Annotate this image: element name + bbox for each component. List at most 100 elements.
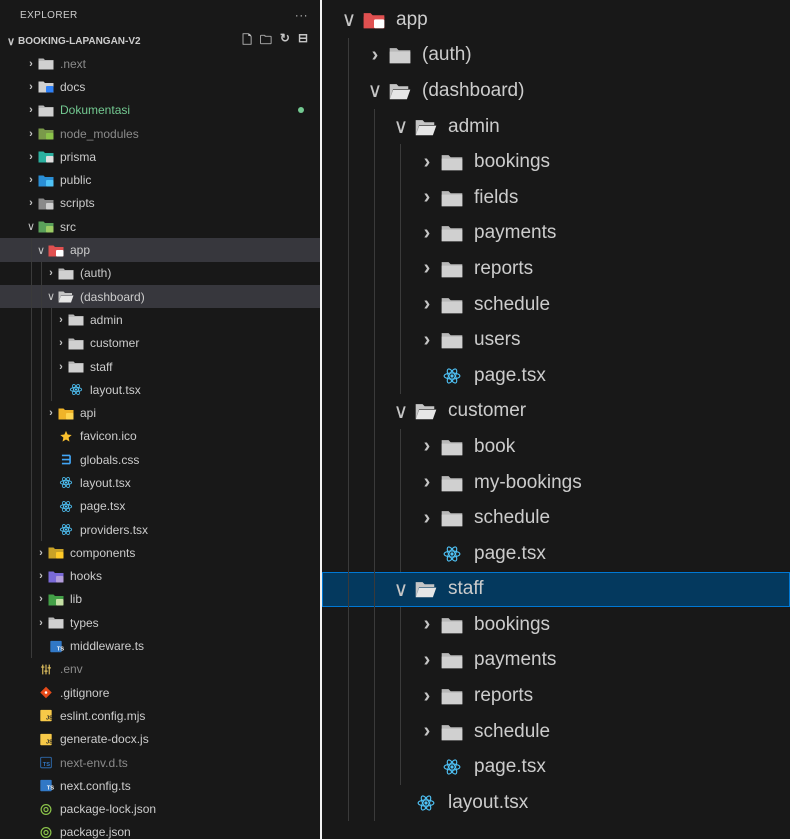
folder-item-app[interactable]: ∨ app xyxy=(0,238,320,262)
file-item-providers-tsx[interactable]: providers.tsx xyxy=(0,517,320,542)
chevron-right-icon[interactable]: › xyxy=(24,128,38,140)
chevron-right-icon[interactable]: › xyxy=(414,720,440,743)
folder-item-bookings[interactable]: › bookings xyxy=(322,144,790,180)
chevron-right-icon[interactable]: › xyxy=(34,547,48,559)
folder-item-customer[interactable]: › customer xyxy=(0,331,320,355)
folder-item-fields[interactable]: › fields xyxy=(322,179,790,216)
chevron-right-icon[interactable]: › xyxy=(414,222,440,245)
folder-item-auth[interactable]: › (auth) xyxy=(0,261,320,285)
folder-item-app[interactable]: ∨ app xyxy=(322,2,790,38)
chevron-right-icon[interactable]: › xyxy=(24,81,38,93)
file-item-next-config-ts[interactable]: TS next.config.ts xyxy=(0,774,320,797)
file-item-page-tsx[interactable]: page.tsx xyxy=(322,535,790,572)
folder-item-schedule[interactable]: › schedule xyxy=(322,500,790,536)
chevron-right-icon[interactable]: › xyxy=(54,361,68,373)
folder-item-admin[interactable]: ∨ admin xyxy=(322,108,790,145)
chevron-right-icon[interactable]: › xyxy=(414,257,440,280)
chevron-right-icon[interactable]: › xyxy=(414,151,440,174)
folder-item-book[interactable]: › book xyxy=(322,429,790,465)
file-item-layout-tsx[interactable]: layout.tsx xyxy=(0,378,320,402)
new-folder-icon[interactable]: 🗀 xyxy=(260,31,272,52)
folder-item-dashboard[interactable]: ∨ (dashboard) xyxy=(0,284,320,309)
folder-item-staff[interactable]: › staff xyxy=(0,354,320,379)
refresh-icon[interactable]: ↻ xyxy=(280,31,290,52)
file-item-page-tsx[interactable]: page.tsx xyxy=(322,357,790,394)
chevron-right-icon[interactable]: › xyxy=(24,151,38,163)
file-item-page-tsx[interactable]: page.tsx xyxy=(0,494,320,518)
folder-item-scripts[interactable]: › scripts xyxy=(0,192,320,215)
chevron-right-icon[interactable]: › xyxy=(414,507,440,530)
folder-item-src[interactable]: ∨ src xyxy=(0,215,320,238)
chevron-down-icon[interactable]: ∨ xyxy=(336,7,362,32)
chevron-right-icon[interactable]: › xyxy=(34,617,48,629)
folder-item-customer[interactable]: ∨ customer xyxy=(322,393,790,430)
chevron-right-icon[interactable]: › xyxy=(44,267,58,279)
chevron-down-icon[interactable]: ∨ xyxy=(362,78,388,103)
folder-item-staff[interactable]: ∨ staff xyxy=(322,571,790,608)
chevron-right-icon[interactable]: › xyxy=(54,337,68,349)
folder-item-payments[interactable]: › payments xyxy=(322,215,790,252)
folder-item-admin[interactable]: › admin xyxy=(0,308,320,332)
chevron-right-icon[interactable]: › xyxy=(414,329,440,352)
folder-item-auth[interactable]: › (auth) xyxy=(322,37,790,74)
chevron-right-icon[interactable]: › xyxy=(24,174,38,186)
chevron-right-icon[interactable]: › xyxy=(414,293,440,316)
folder-item-hooks[interactable]: › hooks xyxy=(0,564,320,588)
chevron-down-icon[interactable]: ∨ xyxy=(388,114,414,139)
file-item-gitignore[interactable]: .gitignore xyxy=(0,681,320,704)
file-item-globals-css[interactable]: globals.css xyxy=(0,448,320,472)
new-file-icon[interactable]: 🗋 xyxy=(242,31,252,52)
chevron-right-icon[interactable]: › xyxy=(24,197,38,209)
file-item-eslint-config-mjs[interactable]: JS eslint.config.mjs xyxy=(0,704,320,727)
folder-item-api[interactable]: › api xyxy=(0,401,320,425)
folder-item-reports[interactable]: › reports xyxy=(322,678,790,714)
chevron-down-icon[interactable]: ∨ xyxy=(24,220,38,233)
file-item-middleware-ts[interactable]: TS middleware.ts xyxy=(0,634,320,658)
project-header[interactable]: ∨ BOOKING-LAPANGAN-V2 🗋 🗀 ↻ ⊟ xyxy=(0,30,320,52)
chevron-down-icon[interactable]: ∨ xyxy=(34,244,48,257)
folder-item-node-modules[interactable]: › node_modules xyxy=(0,122,320,145)
collapse-all-icon[interactable]: ⊟ xyxy=(298,31,308,52)
file-item-next-env-d-ts[interactable]: TS next-env.d.ts xyxy=(0,751,320,774)
folder-item-lib[interactable]: › lib xyxy=(0,587,320,612)
folder-item-next[interactable]: › .next xyxy=(0,52,320,75)
folder-item-prisma[interactable]: › prisma xyxy=(0,145,320,168)
folder-item-schedule[interactable]: › schedule xyxy=(322,286,790,323)
chevron-right-icon[interactable]: › xyxy=(414,435,440,458)
chevron-down-icon[interactable]: ∨ xyxy=(44,290,58,303)
file-item-generate-docx-js[interactable]: JS generate-docx.js xyxy=(0,728,320,751)
folder-item-public[interactable]: › public xyxy=(0,168,320,191)
chevron-down-icon[interactable]: ∨ xyxy=(388,577,414,602)
chevron-right-icon[interactable]: › xyxy=(414,649,440,672)
chevron-right-icon[interactable]: › xyxy=(24,104,38,116)
folder-item-types[interactable]: › types xyxy=(0,611,320,635)
chevron-right-icon[interactable]: › xyxy=(414,685,440,708)
folder-item-docs[interactable]: › docs xyxy=(0,75,320,98)
folder-item-payments[interactable]: › payments xyxy=(322,642,790,679)
chevron-down-icon[interactable]: ∨ xyxy=(388,399,414,424)
chevron-right-icon[interactable]: › xyxy=(44,407,58,419)
folder-item-schedule[interactable]: › schedule xyxy=(322,713,790,750)
more-actions-icon[interactable]: ··· xyxy=(295,8,308,22)
chevron-right-icon[interactable]: › xyxy=(54,314,68,326)
file-item-package-lock-json[interactable]: package-lock.json xyxy=(0,798,320,821)
chevron-right-icon[interactable]: › xyxy=(34,593,48,605)
chevron-right-icon[interactable]: › xyxy=(414,186,440,209)
chevron-right-icon[interactable]: › xyxy=(34,570,48,582)
file-item-layout-tsx[interactable]: layout.tsx xyxy=(322,785,790,821)
file-item-env[interactable]: .env xyxy=(0,658,320,681)
chevron-right-icon[interactable]: › xyxy=(414,471,440,494)
chevron-right-icon[interactable]: › xyxy=(24,58,38,70)
folder-item-users[interactable]: › users xyxy=(322,322,790,358)
folder-item-my-bookings[interactable]: › my-bookings xyxy=(322,464,790,501)
folder-item-components[interactable]: › components xyxy=(0,541,320,565)
file-item-favicon-ico[interactable]: favicon.ico xyxy=(0,424,320,449)
folder-item-dokumentasi[interactable]: › Dokumentasi xyxy=(0,99,320,122)
chevron-right-icon[interactable]: › xyxy=(362,44,388,67)
chevron-right-icon[interactable]: › xyxy=(414,613,440,636)
folder-item-dashboard[interactable]: ∨ (dashboard) xyxy=(322,73,790,109)
folder-item-bookings[interactable]: › bookings xyxy=(322,607,790,643)
file-item-layout-tsx[interactable]: layout.tsx xyxy=(0,471,320,495)
file-item-package-json[interactable]: package.json xyxy=(0,821,320,839)
folder-item-reports[interactable]: › reports xyxy=(322,251,790,287)
